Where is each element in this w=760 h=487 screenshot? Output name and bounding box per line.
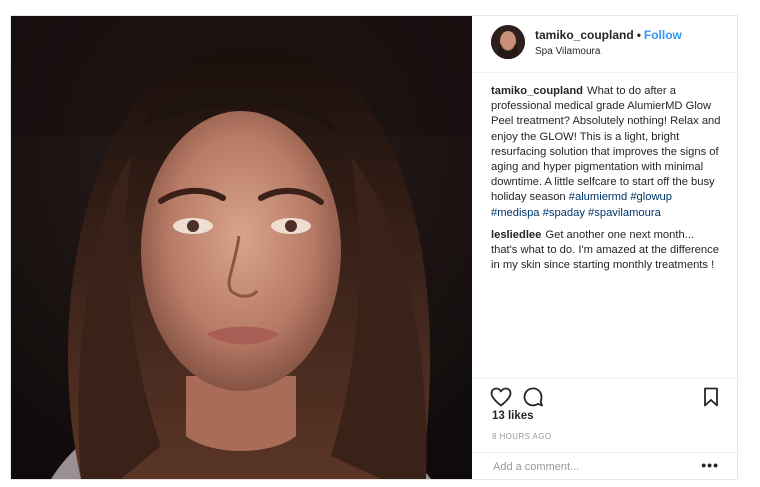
comments-list: tamiko_coupland What to do after a profes…	[491, 84, 721, 280]
hashtag-link[interactable]: #alumiermd	[569, 191, 627, 203]
comment-item: lesliedlee Get another one next month... …	[491, 228, 721, 274]
post-photo[interactable]	[11, 16, 472, 479]
more-options-icon[interactable]: •••	[701, 457, 719, 473]
caption: tamiko_coupland What to do after a profes…	[491, 84, 721, 221]
header-line: tamiko_coupland • Follow	[535, 28, 682, 42]
avatar[interactable]	[491, 25, 525, 59]
location-link[interactable]: Spa Vilamoura	[535, 46, 600, 57]
follow-button[interactable]: Follow	[644, 28, 682, 42]
hashtag-link[interactable]: #glowup	[630, 191, 672, 203]
hashtag-link[interactable]: #spavilamoura	[588, 207, 661, 219]
instagram-post: tamiko_coupland • Follow Spa Vilamoura tam…	[10, 15, 738, 480]
add-comment-bar: •••	[473, 452, 737, 479]
username-link[interactable]: tamiko_coupland	[535, 28, 634, 42]
caption-text: What to do after a professional medical …	[491, 85, 721, 204]
action-bar	[473, 378, 737, 413]
separator-dot: •	[636, 28, 641, 42]
caption-username[interactable]: tamiko_coupland	[491, 85, 583, 97]
comment-input[interactable]	[491, 460, 685, 474]
hashtag-link[interactable]: #medispa	[491, 207, 540, 219]
post-timestamp: 8 HOURS AGO	[492, 432, 552, 441]
hashtag-link[interactable]: #spaday	[543, 207, 585, 219]
post-sidebar: tamiko_coupland • Follow Spa Vilamoura tam…	[473, 16, 737, 479]
comment-username[interactable]: lesliedlee	[491, 229, 541, 241]
likes-count[interactable]: 13 likes	[492, 410, 534, 422]
post-header: tamiko_coupland • Follow Spa Vilamoura	[473, 16, 737, 73]
heart-icon[interactable]	[489, 385, 513, 409]
bookmark-icon[interactable]	[699, 385, 723, 409]
comment-icon[interactable]	[521, 385, 545, 409]
